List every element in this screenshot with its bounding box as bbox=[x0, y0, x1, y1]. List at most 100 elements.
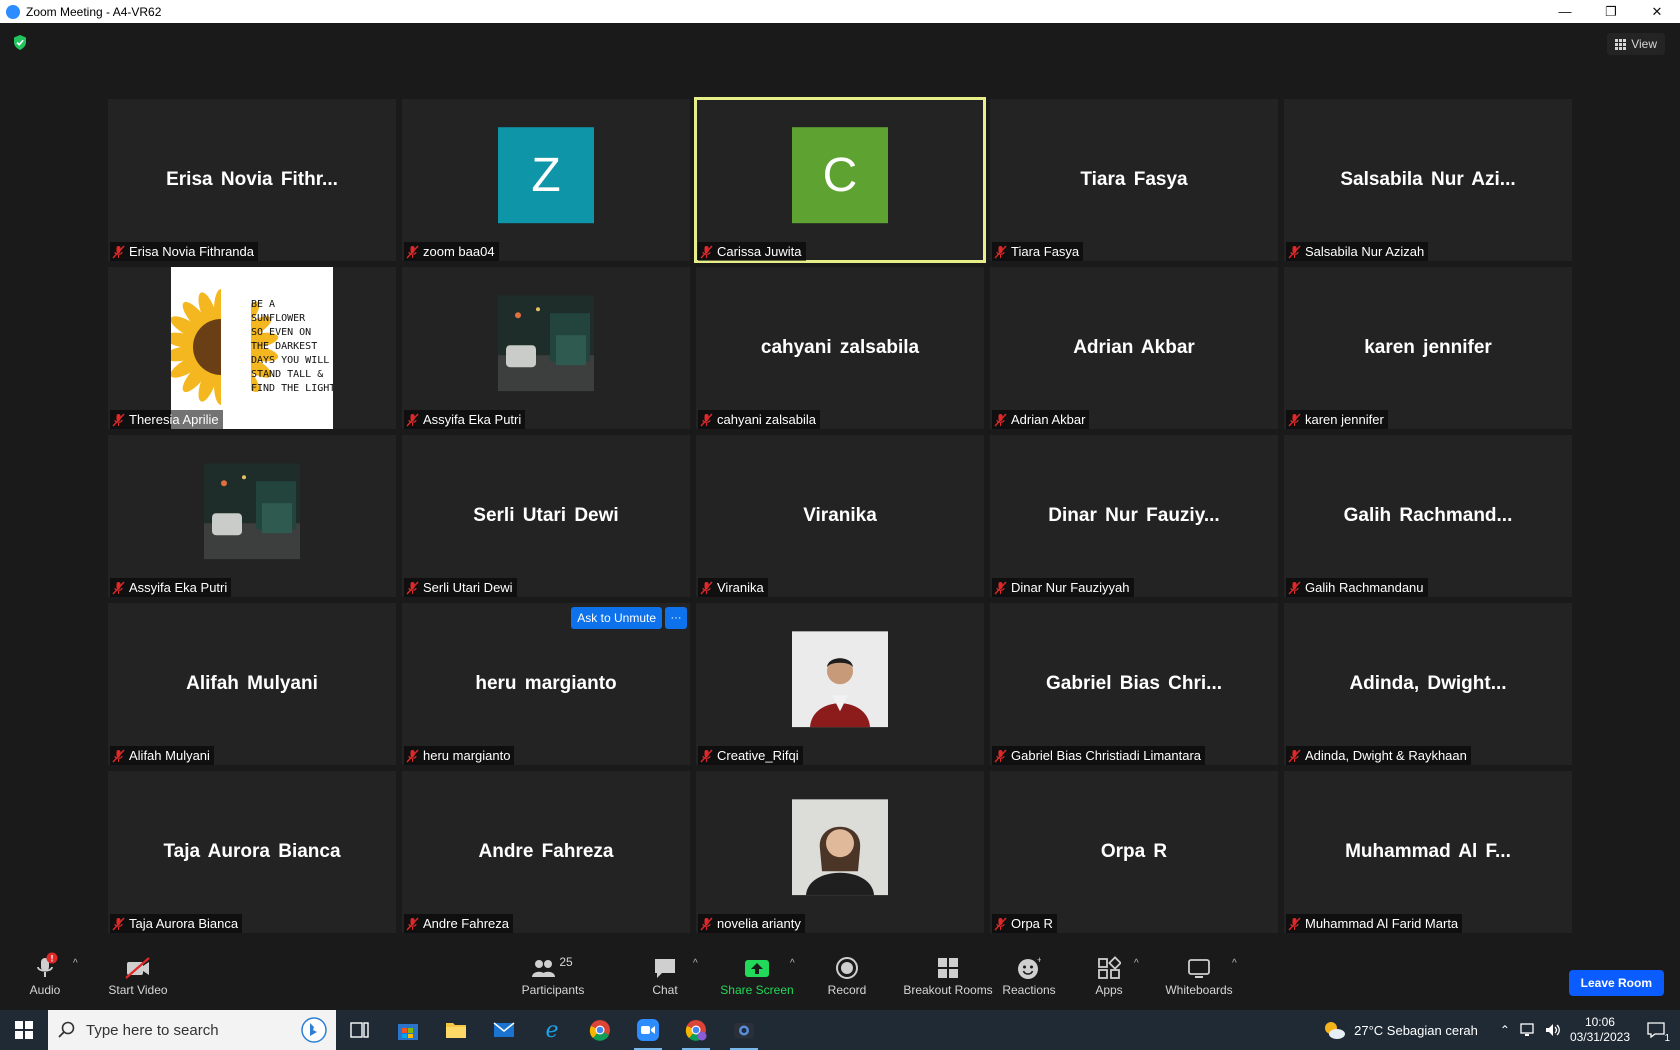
task-view-icon[interactable] bbox=[336, 1010, 384, 1050]
participant-display-name: Serli Utari Dewi bbox=[473, 505, 619, 526]
meeting-area: View Erisa Novia Fithr... Erisa Novia Fit… bbox=[0, 23, 1680, 946]
profile-photo-man bbox=[792, 631, 888, 728]
file-explorer-icon[interactable] bbox=[432, 1010, 480, 1050]
start-video-button[interactable]: Start Video bbox=[93, 952, 183, 997]
network-icon[interactable] bbox=[1518, 1022, 1536, 1038]
share-options-caret[interactable]: ^ bbox=[790, 958, 795, 969]
weather-text[interactable]: 27°C Sebagian cerah bbox=[1354, 1023, 1478, 1038]
show-hidden-icons-chevron-icon[interactable]: ⌃ bbox=[1500, 1023, 1510, 1037]
microsoft-store-icon[interactable] bbox=[384, 1010, 432, 1050]
participant-name-tag: karen jennifer bbox=[1286, 410, 1388, 429]
participant-tile[interactable]: Adinda, Dwight... Adinda, Dwight & Raykha… bbox=[1284, 603, 1572, 765]
leave-room-button[interactable]: Leave Room bbox=[1568, 970, 1664, 996]
muted-mic-icon bbox=[112, 245, 125, 258]
bing-icon[interactable] bbox=[300, 1016, 328, 1044]
notification-center-button[interactable]: 1 bbox=[1638, 1010, 1674, 1050]
gallery-grid: Erisa Novia Fithr... Erisa Novia Fithrand… bbox=[108, 97, 1572, 933]
chrome-icon[interactable] bbox=[576, 1010, 624, 1050]
minimize-button[interactable]: — bbox=[1542, 0, 1588, 23]
volume-icon[interactable] bbox=[1544, 1022, 1562, 1038]
security-shield-icon[interactable] bbox=[13, 35, 27, 50]
participant-tile[interactable]: Serli Utari Dewi Serli Utari Dewi bbox=[402, 435, 690, 597]
participant-tile[interactable]: novelia arianty bbox=[696, 771, 984, 933]
participant-tile[interactable]: cahyani zalsabila cahyani zalsabila bbox=[696, 267, 984, 429]
participant-tile[interactable]: Creative_Rifqi bbox=[696, 603, 984, 765]
participant-name-tag: Galih Rachmandanu bbox=[1286, 578, 1428, 597]
participant-tile[interactable]: Orpa R Orpa R bbox=[990, 771, 1278, 933]
share-screen-button[interactable]: Share Screen bbox=[712, 952, 802, 997]
participant-display-name: Orpa R bbox=[1100, 841, 1168, 862]
muted-mic-icon bbox=[700, 413, 713, 426]
tile-more-options-button[interactable]: ··· bbox=[665, 607, 687, 629]
reactions-button[interactable]: + Reactions bbox=[984, 952, 1074, 997]
muted-mic-icon: ! bbox=[32, 952, 58, 980]
participant-name-tag: Salsabila Nur Azizah bbox=[1286, 242, 1429, 261]
participant-name-label: Assyifa Eka Putri bbox=[129, 580, 228, 595]
ask-to-unmute-button[interactable]: Ask to Unmute bbox=[571, 607, 662, 629]
windows-start-button[interactable] bbox=[0, 1010, 48, 1050]
apps-button[interactable]: Apps bbox=[1064, 952, 1154, 997]
screen: Zoom Meeting - A4-VR62 — ❐ ✕ View Erisa … bbox=[0, 0, 1680, 1050]
participant-name-label: Carissa Juwita bbox=[717, 244, 802, 259]
muted-mic-icon bbox=[406, 581, 419, 594]
participant-display-name: karen jennifer bbox=[1364, 337, 1492, 358]
participant-tile[interactable]: Assyifa Eka Putri bbox=[108, 435, 396, 597]
restore-button[interactable]: ❐ bbox=[1588, 0, 1634, 23]
participant-tile[interactable]: Alifah Mulyani Alifah Mulyani bbox=[108, 603, 396, 765]
participant-tile[interactable]: Tiara Fasya Tiara Fasya bbox=[990, 99, 1278, 261]
muted-mic-icon bbox=[994, 917, 1007, 930]
mail-icon[interactable] bbox=[480, 1010, 528, 1050]
close-button[interactable]: ✕ bbox=[1634, 0, 1680, 23]
reactions-smiley-icon: + bbox=[1017, 952, 1041, 980]
taskbar-clock[interactable]: 10:06 03/31/2023 bbox=[1570, 1015, 1630, 1045]
chrome-profile-icon[interactable] bbox=[672, 1010, 720, 1050]
participant-name-label: Assyifa Eka Putri bbox=[423, 412, 522, 427]
participants-button[interactable]: 25 Participants bbox=[508, 952, 598, 997]
participant-tile[interactable]: BE A SUNFLOWER SO EVEN ON THE DARKEST DAYS Y… bbox=[108, 267, 396, 429]
zoom-taskbar-icon[interactable] bbox=[624, 1010, 672, 1050]
whiteboards-options-caret[interactable]: ^ bbox=[1232, 958, 1237, 969]
search-icon bbox=[58, 1021, 75, 1038]
participant-tile[interactable]: Adrian Akbar Adrian Akbar bbox=[990, 267, 1278, 429]
view-button[interactable]: View bbox=[1607, 33, 1665, 55]
participant-tile[interactable]: Galih Rachmand... Galih Rachmandanu bbox=[1284, 435, 1572, 597]
audio-label: Audio bbox=[29, 983, 61, 997]
camera-app-icon[interactable] bbox=[720, 1010, 768, 1050]
participant-tile[interactable]: Zzoom baa04 bbox=[402, 99, 690, 261]
share-screen-icon bbox=[743, 952, 771, 980]
sticker-text-line: STAND TALL & bbox=[251, 369, 323, 380]
participant-tile[interactable]: Taja Aurora Bianca Taja Aurora Bianca bbox=[108, 771, 396, 933]
participant-tile[interactable]: heru margianto Ask to Unmute ··· heru margi… bbox=[402, 603, 690, 765]
participant-tile[interactable]: Dinar Nur Fauziy... Dinar Nur Fauziyyah bbox=[990, 435, 1278, 597]
profile-photo-street bbox=[204, 463, 300, 560]
whiteboard-icon bbox=[1186, 952, 1212, 980]
participant-name-label: Adinda, Dwight & Raykhaan bbox=[1305, 748, 1467, 763]
chat-options-caret[interactable]: ^ bbox=[693, 958, 698, 969]
participant-tile[interactable]: Salsabila Nur Azi... Salsabila Nur Azizah bbox=[1284, 99, 1572, 261]
participant-tile[interactable]: Viranika Viranika bbox=[696, 435, 984, 597]
participant-tile[interactable]: Gabriel Bias Chri... Gabriel Bias Christi… bbox=[990, 603, 1278, 765]
participant-tile[interactable]: Assyifa Eka Putri bbox=[402, 267, 690, 429]
participant-tile[interactable]: Andre Fahreza Andre Fahreza bbox=[402, 771, 690, 933]
apps-options-caret[interactable]: ^ bbox=[1134, 958, 1139, 969]
muted-mic-icon bbox=[994, 245, 1007, 258]
sunflower-sticker-image: BE A SUNFLOWER SO EVEN ON THE DARKEST DAYS Y… bbox=[171, 267, 333, 429]
participant-name-tag: novelia arianty bbox=[698, 914, 805, 933]
windows-logo-icon bbox=[15, 1021, 33, 1039]
participant-tile[interactable]: karen jennifer karen jennifer bbox=[1284, 267, 1572, 429]
participant-name-label: Orpa R bbox=[1011, 916, 1053, 931]
participant-avatar: C bbox=[792, 127, 888, 224]
participant-name-tag: Assyifa Eka Putri bbox=[110, 578, 232, 597]
participant-name-tag: Gabriel Bias Christiadi Limantara bbox=[992, 746, 1206, 765]
taskbar-search-box[interactable]: Type here to search bbox=[48, 1010, 336, 1050]
whiteboards-button[interactable]: Whiteboards bbox=[1154, 952, 1244, 997]
weather-partly-cloudy-icon bbox=[1325, 1022, 1346, 1039]
audio-options-caret[interactable]: ^ bbox=[73, 958, 78, 969]
internet-explorer-icon[interactable]: e bbox=[528, 1010, 576, 1050]
participant-name-label: Andre Fahreza bbox=[423, 916, 509, 931]
record-button[interactable]: Record bbox=[802, 952, 892, 997]
sticker-text-line: BE A bbox=[251, 299, 275, 310]
participant-tile[interactable]: Muhammad Al F... Muhammad Al Farid Marta bbox=[1284, 771, 1572, 933]
participant-tile[interactable]: C Carissa Juwita bbox=[694, 97, 986, 263]
participant-tile[interactable]: Erisa Novia Fithr... Erisa Novia Fithrand… bbox=[108, 99, 396, 261]
